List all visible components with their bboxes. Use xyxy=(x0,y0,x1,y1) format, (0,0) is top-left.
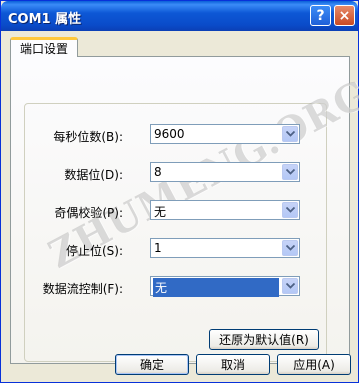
help-button[interactable]: ? xyxy=(310,5,331,26)
flow-control-value: 无 xyxy=(153,278,279,297)
parity-label: 奇偶校验(P): xyxy=(54,206,123,220)
data-bits-select[interactable]: 8 xyxy=(150,162,300,182)
data-bits-value: 8 xyxy=(154,165,162,179)
chevron-down-icon[interactable] xyxy=(282,164,298,180)
data-bits-label: 数据位(D): xyxy=(64,168,123,182)
apply-button[interactable]: 应用(A) xyxy=(277,354,351,375)
flow-control-select[interactable]: 无 xyxy=(150,276,300,297)
chevron-down-icon[interactable] xyxy=(282,240,298,256)
parity-value: 无 xyxy=(154,205,167,219)
parity-select[interactable]: 无 xyxy=(150,200,300,220)
dialog-content: 端口设置 ZHUMENG.ORG 每秒位数(B): 9600 数据位(D): 8… xyxy=(5,31,359,378)
bits-per-second-select[interactable]: 9600 xyxy=(150,124,300,144)
bits-per-second-label: 每秒位数(B): xyxy=(53,130,123,144)
stop-bits-select[interactable]: 1 xyxy=(150,238,300,258)
properties-dialog: COM1 属性 ? × 端口设置 ZHUMENG.ORG 每秒位数(B): 96… xyxy=(0,0,359,383)
ok-button[interactable]: 确定 xyxy=(115,354,189,375)
chevron-down-icon[interactable] xyxy=(282,278,298,294)
stop-bits-value: 1 xyxy=(154,241,162,255)
title-bar[interactable]: COM1 属性 ? × xyxy=(1,1,358,31)
chevron-down-icon[interactable] xyxy=(282,202,298,218)
cancel-button[interactable]: 取消 xyxy=(196,354,270,375)
flow-control-label: 数据流控制(F): xyxy=(42,282,123,296)
restore-defaults-button[interactable]: 还原为默认值(R) xyxy=(209,329,319,350)
window-title: COM1 属性 xyxy=(8,12,82,27)
close-button[interactable]: × xyxy=(334,5,355,26)
stop-bits-label: 停止位(S): xyxy=(65,244,123,258)
bits-per-second-value: 9600 xyxy=(154,127,185,141)
tab-panel: ZHUMENG.ORG 每秒位数(B): 9600 数据位(D): 8 奇偶校验… xyxy=(10,56,359,364)
chevron-down-icon[interactable] xyxy=(282,126,298,142)
tab-port-settings[interactable]: 端口设置 xyxy=(10,37,78,57)
